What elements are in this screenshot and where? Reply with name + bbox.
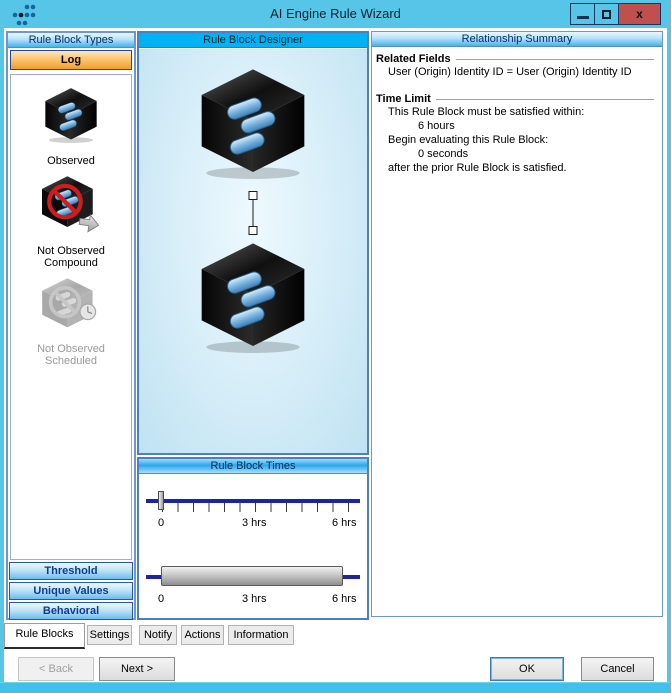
close-button[interactable]: x [619,4,660,24]
type-item-label: Observed [47,155,95,167]
section-divider [435,98,654,100]
wizard-body: Rule Block Types Log Observed Not Observ… [4,28,667,682]
minimize-button[interactable] [571,4,595,24]
time-limit-line: This Rule Block must be satisfied within… [388,106,585,118]
rule-block-types-panel: Rule Block Types Log Observed Not Observ… [6,31,136,620]
window-bottom-border [0,682,671,693]
type-item-not-observed-compound[interactable]: Not Observed Compound [11,175,131,269]
related-fields-value: User (Origin) Identity ID = User (Origin… [388,66,632,78]
tab-actions[interactable]: Actions [181,625,224,645]
tab-settings[interactable]: Settings [87,625,132,645]
times-slider-area: 0 3 hrs 6 hrs 0 3 hrs 6 hrs [139,475,367,618]
close-icon: x [636,7,643,21]
rule-block-designer-header: Rule Block Designer [139,33,367,48]
ai-engine-rule-wizard-window: AI Engine Rule Wizard x Rule Block Types… [0,0,671,693]
rule-block-2-cube-icon[interactable] [194,241,312,353]
relationship-summary-body: Related Fields User (Origin) Identity ID… [372,47,662,175]
type-item-label: Not Observed Compound [37,245,105,269]
rule-block-times-header: Rule Block Times [139,459,367,474]
section-divider [455,58,654,60]
axis-label-0: 0 [158,517,165,529]
time-limit-range-bar[interactable] [161,566,343,586]
axis-label-6hrs: 6 hrs [332,593,357,605]
next-button[interactable]: Next > [99,657,175,681]
maximize-button[interactable] [595,4,619,24]
time-limit-value-hours: 6 hours [418,120,455,132]
rule-block-times-panel: Rule Block Times 0 3 hrs 6 hrs 0 3 hrs 6… [137,457,369,620]
not-observed-scheduled-icon [42,278,97,328]
rule-block-connector[interactable] [248,191,258,235]
category-log-button[interactable]: Log [10,50,132,70]
slider-tick-marks [162,503,349,512]
type-item-label: Not Observed Scheduled [37,343,105,367]
slider2-axis-labels: 0 3 hrs 6 hrs [139,593,367,606]
category-threshold-button[interactable]: Threshold [9,562,133,580]
not-observed-compound-icon [42,176,100,233]
connector-handle-bottom[interactable] [248,226,258,235]
designer-column: Rule Block Designer Rule Block Times 0 3… [137,31,369,620]
relationship-summary-header: Relationship Summary [372,32,662,47]
window-controls: x [570,3,661,25]
begin-eval-slider-thumb[interactable] [158,491,164,510]
time-limit-line: after the prior Rule Block is satisfied. [388,162,567,174]
designer-canvas[interactable] [139,49,367,453]
axis-label-3hrs: 3 hrs [242,593,267,605]
axis-label-6hrs: 6 hrs [332,517,357,529]
connector-handle-top[interactable] [248,191,258,200]
rule-block-designer-panel: Rule Block Designer [137,31,369,455]
maximize-icon [602,9,611,19]
axis-label-3hrs: 3 hrs [242,517,267,529]
rule-block-types-header: Rule Block Types [8,33,134,48]
time-limit-value-seconds: 0 seconds [418,148,469,160]
tab-information[interactable]: Information [228,625,294,645]
category-unique-values-button[interactable]: Unique Values [9,582,133,600]
time-limit-section-title: Time Limit [376,93,656,105]
tab-rule-blocks[interactable]: Rule Blocks [4,623,85,649]
relationship-summary-panel: Relationship Summary Related Fields User… [371,31,663,617]
slider1-axis-labels: 0 3 hrs 6 hrs [139,517,367,530]
ok-button[interactable]: OK [490,657,564,681]
category-behavioral-button[interactable]: Behavioral [9,602,133,620]
tab-notify[interactable]: Notify [139,625,177,645]
back-button: < Back [18,657,94,681]
rule-block-type-list: Observed Not Observed Compound Not Obser… [10,74,132,560]
type-item-not-observed-scheduled: Not Observed Scheduled [11,277,131,367]
related-fields-section-title: Related Fields [376,53,656,65]
cancel-button[interactable]: Cancel [581,657,654,681]
rule-block-1-cube-icon[interactable] [194,67,312,179]
type-item-observed[interactable]: Observed [11,87,131,167]
minimize-icon [576,15,589,19]
time-limit-line: Begin evaluating this Rule Block: [388,134,549,146]
axis-label-0: 0 [158,593,165,605]
title-bar: AI Engine Rule Wizard x [0,0,671,28]
observed-cube-icon [45,88,97,143]
